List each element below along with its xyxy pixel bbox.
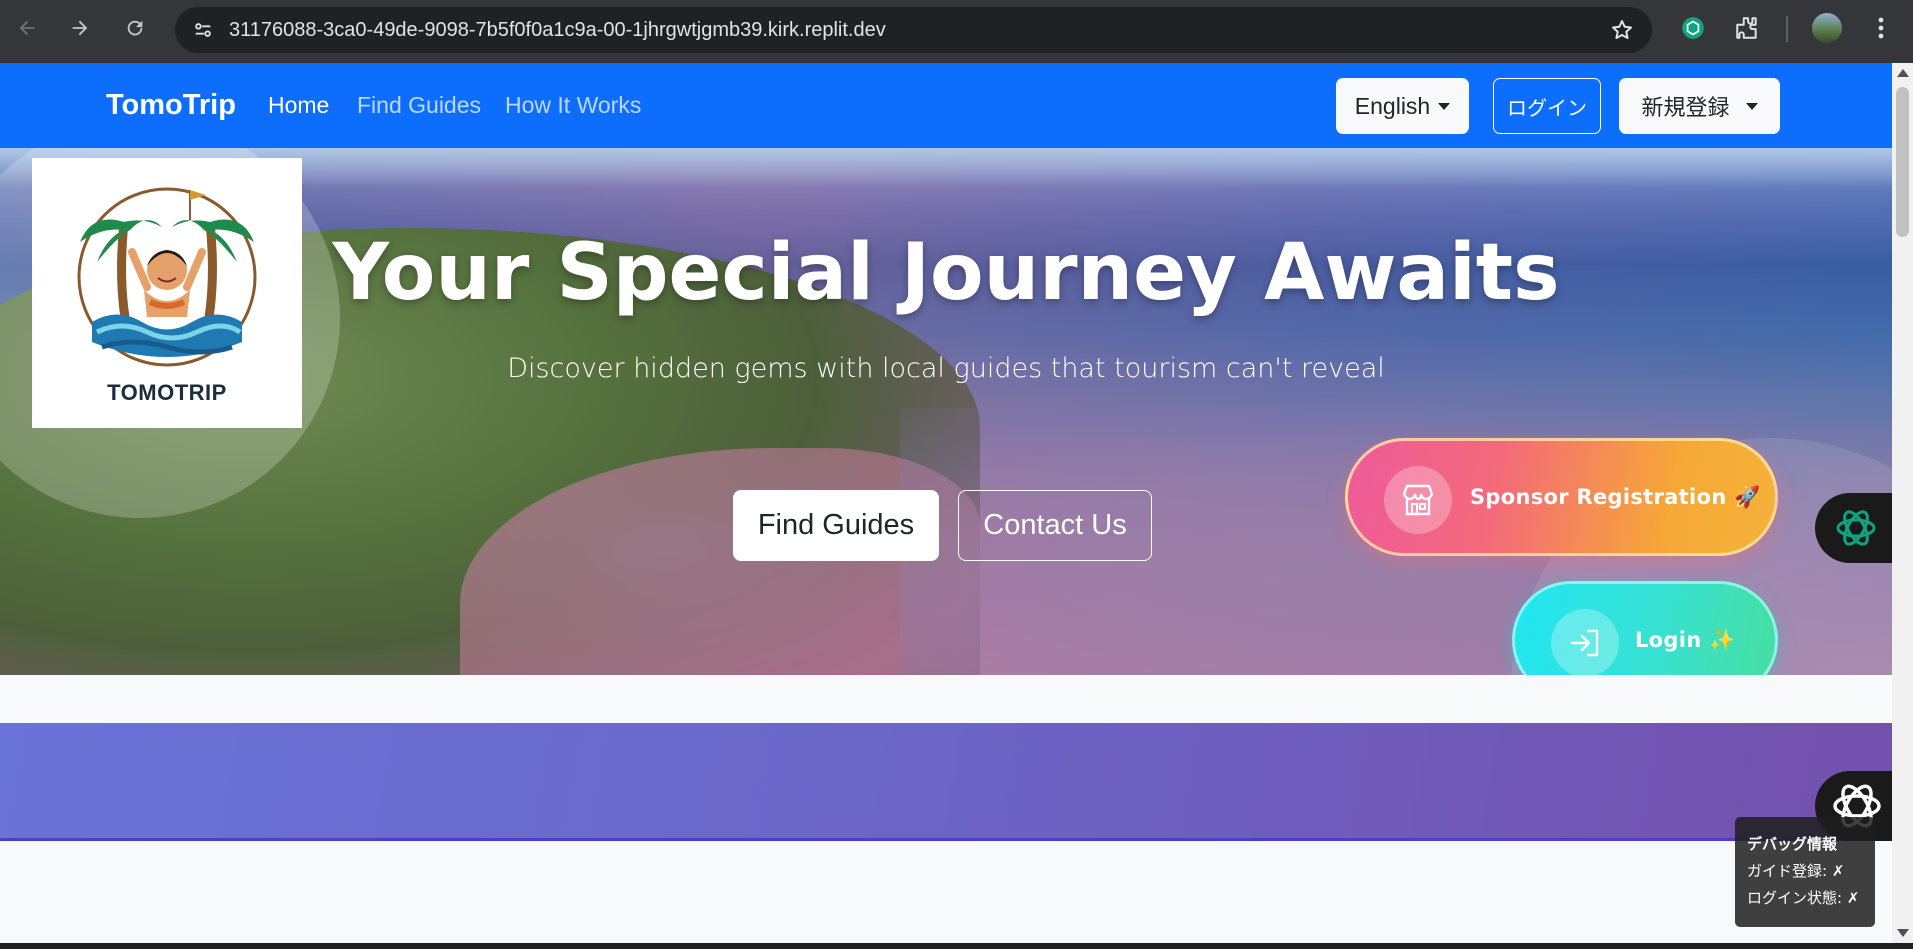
store-icon <box>1384 466 1452 534</box>
floating-login-button[interactable]: Login ✨ <box>1512 581 1778 675</box>
toolbar-divider <box>1786 16 1788 42</box>
extensions-puzzle-icon[interactable] <box>1732 13 1762 43</box>
site-info-icon[interactable] <box>183 10 223 50</box>
reload-icon <box>127 20 143 36</box>
debug-login-status: ログイン状態: ✗ <box>1747 889 1860 907</box>
site-navbar: TomoTrip Home Find Guides How It Works E… <box>0 63 1892 148</box>
sponsor-registration-button[interactable]: Sponsor Registration 🚀 <box>1345 438 1778 556</box>
brand-logo-text[interactable]: TomoTrip <box>106 89 236 122</box>
find-guides-label: Find Guides <box>757 509 915 541</box>
hero-section: TOMOTRIP Your Special Journey Awaits Dis… <box>0 148 1892 675</box>
sponsor-registration-label: Sponsor Registration 🚀 <box>1470 485 1761 509</box>
forward-button[interactable] <box>62 10 98 46</box>
bookmark-star-icon[interactable] <box>1610 18 1634 46</box>
floating-login-label: Login ✨ <box>1635 628 1736 652</box>
caret-down-icon <box>1438 102 1451 110</box>
sign-in-icon <box>1551 609 1619 675</box>
debug-info-panel: デバッグ情報 ガイド登録: ✗ ログイン状態: ✗ <box>1735 817 1875 927</box>
ai-assistant-launcher[interactable] <box>1815 493 1892 563</box>
arrow-right-icon <box>72 20 88 36</box>
purple-section-banner <box>0 723 1892 841</box>
signup-label: 新規登録 <box>1641 96 1730 121</box>
page-scrollbar[interactable] <box>1892 63 1913 943</box>
hero-title: Your Special Journey Awaits <box>332 228 1560 318</box>
page-viewport: TomoTrip Home Find Guides How It Works E… <box>0 63 1892 943</box>
scrollbar-thumb[interactable] <box>1896 87 1909 237</box>
window-bottom-edge <box>0 943 1913 949</box>
nav-link-home[interactable]: Home <box>268 92 329 119</box>
find-guides-button[interactable]: Find Guides <box>733 490 939 561</box>
back-button[interactable] <box>9 10 45 46</box>
address-bar[interactable]: 31176088-3ca0-49de-9098-7b5f0f0a1c9a-00-… <box>175 7 1652 53</box>
caret-down-icon <box>1745 102 1758 110</box>
openai-logo-icon <box>1836 510 1876 546</box>
contact-us-button[interactable]: Contact Us <box>958 490 1152 561</box>
login-label: ログイン <box>1507 95 1587 120</box>
debug-title: デバッグ情報 <box>1747 835 1838 853</box>
reload-button[interactable] <box>117 10 153 46</box>
nav-link-find-guides[interactable]: Find Guides <box>357 92 481 119</box>
language-label: English <box>1354 92 1431 119</box>
arrow-left-icon <box>19 20 35 36</box>
hero-subtitle: Discover hidden gems with local guides t… <box>507 353 1385 384</box>
profile-avatar[interactable] <box>1812 13 1842 43</box>
contact-us-label: Contact Us <box>983 509 1127 541</box>
chatgpt-extension-icon[interactable] <box>1678 13 1708 43</box>
browser-toolbar: 31176088-3ca0-49de-9098-7b5f0f0a1c9a-00-… <box>0 0 1913 63</box>
language-dropdown-button[interactable]: English <box>1336 78 1469 134</box>
scroll-up-arrow-icon[interactable] <box>1897 69 1909 77</box>
browser-menu-icon[interactable] <box>1866 13 1896 43</box>
url-text: 31176088-3ca0-49de-9098-7b5f0f0a1c9a-00-… <box>229 18 886 41</box>
signup-dropdown-button[interactable]: 新規登録 <box>1619 78 1780 134</box>
debug-guide-registration: ガイド登録: ✗ <box>1747 862 1845 880</box>
scroll-down-arrow-icon[interactable] <box>1897 929 1909 937</box>
login-button[interactable]: ログイン <box>1493 78 1601 134</box>
nav-link-how-it-works[interactable]: How It Works <box>505 92 641 119</box>
